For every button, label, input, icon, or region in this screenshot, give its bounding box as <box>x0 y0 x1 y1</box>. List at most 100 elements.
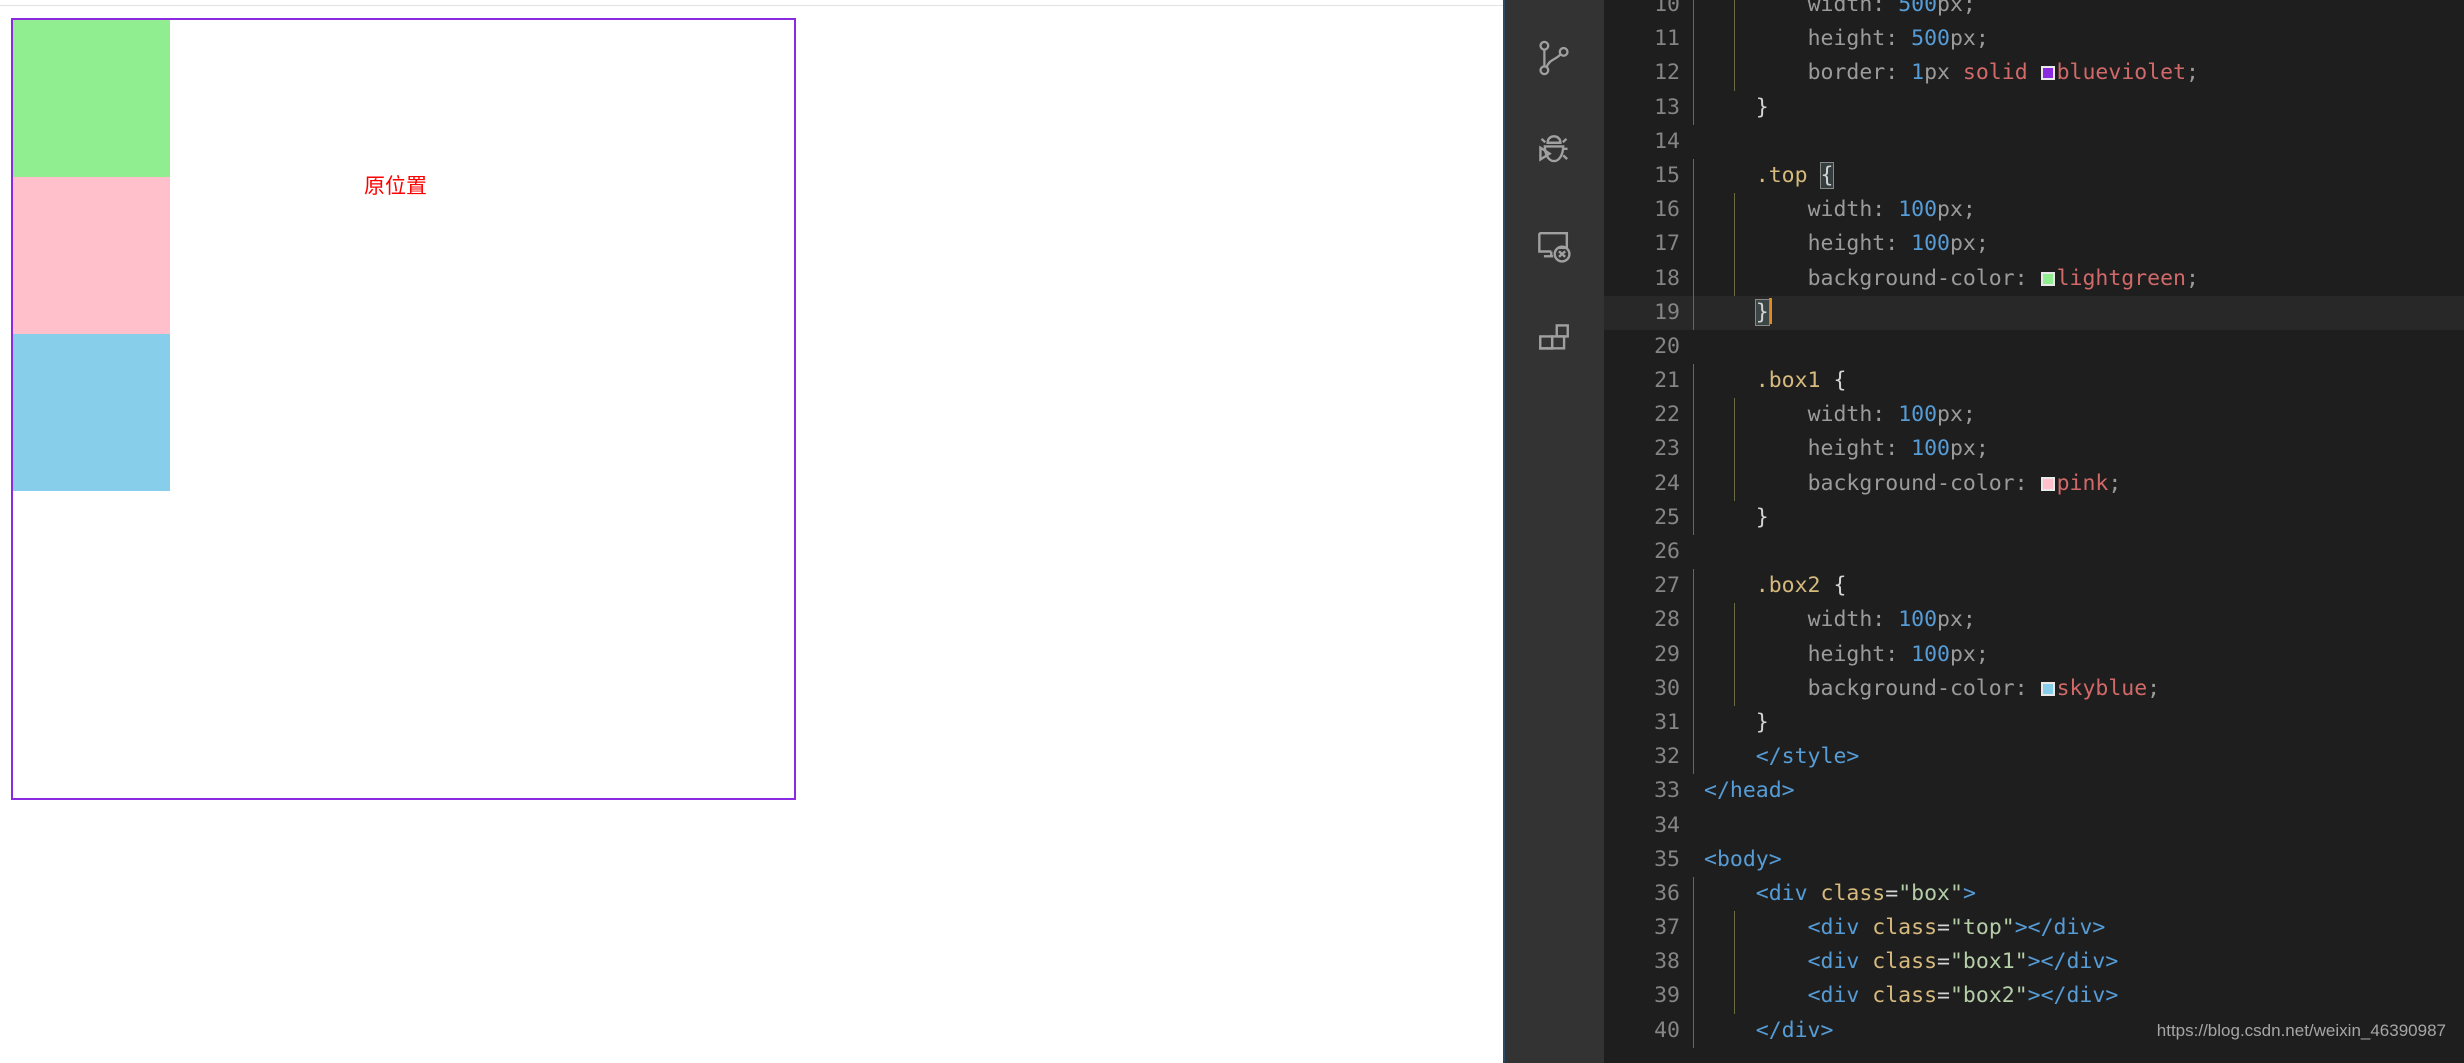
code-line-text: </head> <box>1704 774 1795 808</box>
code-line[interactable]: 18 background-color: lightgreen; <box>1604 261 2464 296</box>
code-token: ; <box>1962 402 1976 428</box>
remote-explorer-icon <box>1532 224 1576 268</box>
code-line[interactable]: 33 </head> <box>1604 774 2464 808</box>
code-token: px <box>1949 436 1976 462</box>
code-token: 100 <box>1911 231 1950 257</box>
code-line[interactable]: 32 </style> <box>1604 740 2464 775</box>
code-line[interactable]: 34 <box>1604 809 2464 843</box>
code-token: pink <box>2056 470 2109 496</box>
code-line[interactable]: 31 } <box>1604 705 2464 741</box>
code-line[interactable]: 12 border: 1px solid blueviolet; <box>1604 56 2464 91</box>
code-token: px <box>1937 197 1963 223</box>
code-token: : <box>1885 641 1912 667</box>
code-line-text: </style> <box>1704 740 1860 774</box>
code-line-text: <div class="box"> <box>1704 877 1976 911</box>
code-token: = <box>1937 949 1950 975</box>
indent-guide <box>1693 466 1694 501</box>
code-line[interactable]: 10 width: 500px; <box>1604 0 2464 23</box>
line-number: 31 <box>1654 709 1680 735</box>
vscode-window: 10 width: 500px; 11 height: 500px; 12 bord… <box>1503 0 2464 1063</box>
activity-item-remote-explorer[interactable] <box>1503 198 1604 294</box>
code-token: width <box>1807 197 1873 223</box>
code-line[interactable]: 29 height: 100px; <box>1604 637 2464 672</box>
code-token: 100 <box>1898 402 1938 428</box>
line-number: 23 <box>1654 436 1680 462</box>
code-line[interactable]: 21 .box1 { <box>1604 364 2464 399</box>
line-number: 28 <box>1654 607 1680 633</box>
code-line-text: background-color: skyblue; <box>1704 672 2161 706</box>
code-token: background-color <box>1807 265 2015 291</box>
code-line[interactable]: 24 background-color: pink; <box>1604 466 2464 501</box>
indent-guide <box>1693 705 1694 741</box>
code-editor[interactable]: 10 width: 500px; 11 height: 500px; 12 bord… <box>1604 0 2464 1063</box>
indent-guide <box>1693 671 1694 706</box>
code-token: 500 <box>1898 0 1938 17</box>
code-line[interactable]: 35 <body> <box>1604 843 2464 877</box>
source-control-icon <box>1533 37 1575 79</box>
line-number: 40 <box>1654 1017 1680 1043</box>
code-line[interactable]: 13 } <box>1604 90 2464 125</box>
line-number: 14 <box>1654 128 1680 154</box>
code-token: px <box>1924 60 1963 86</box>
code-line-text: background-color: lightgreen; <box>1704 262 2199 296</box>
code-line-text: width: 100px; <box>1704 603 1976 637</box>
code-token: height <box>1807 26 1886 52</box>
code-line[interactable]: 16 width: 100px; <box>1604 193 2464 228</box>
code-token: = <box>1937 915 1950 941</box>
code-token: <div <box>1807 949 1873 975</box>
code-token: px <box>1937 402 1963 428</box>
line-number: 15 <box>1654 162 1680 188</box>
code-token: "box1" <box>1949 949 2028 975</box>
code-line[interactable]: 17 height: 100px; <box>1604 227 2464 262</box>
code-line[interactable]: 11 height: 500px; <box>1604 22 2464 57</box>
activity-item-extensions[interactable] <box>1503 293 1604 389</box>
code-line[interactable]: 22 width: 100px; <box>1604 398 2464 433</box>
code-token: : <box>1885 60 1912 86</box>
code-line-text: .top { <box>1704 159 1835 193</box>
code-token: : <box>1885 436 1912 462</box>
code-line[interactable]: 20 <box>1604 330 2464 364</box>
line-number: 10 <box>1654 0 1680 17</box>
indent-guide <box>1693 56 1694 91</box>
line-number: 13 <box>1654 94 1680 120</box>
indent-guide <box>1693 432 1694 467</box>
activity-item-run-and-debug[interactable] <box>1503 103 1604 199</box>
code-line[interactable]: 38 <div class="box1"></div> <box>1604 945 2464 980</box>
code-token: .box2 <box>1755 573 1821 599</box>
code-line-text: height: 100px; <box>1704 638 1989 672</box>
code-line[interactable]: 23 height: 100px; <box>1604 432 2464 467</box>
code-token: width <box>1807 402 1873 428</box>
line-number: 18 <box>1654 265 1680 291</box>
code-line[interactable]: 19 } <box>1604 295 2464 330</box>
code-line[interactable]: 14 <box>1604 125 2464 159</box>
original-position-annotation: 原位置 <box>364 174 427 198</box>
line-number: 24 <box>1654 470 1680 496</box>
code-line[interactable]: 36 <div class="box"> <box>1604 876 2464 912</box>
pane-top-divider <box>0 5 1503 6</box>
line-number: 32 <box>1654 744 1680 770</box>
code-token: class <box>1872 915 1938 941</box>
code-line[interactable]: 15 .top { <box>1604 158 2464 194</box>
code-line[interactable]: 28 width: 100px; <box>1604 603 2464 638</box>
code-token: </div> <box>1755 1017 1834 1043</box>
code-line[interactable]: 26 <box>1604 535 2464 569</box>
code-line-text: .box1 { <box>1704 364 1847 398</box>
code-line[interactable]: 39 <div class="box2"></div> <box>1604 979 2464 1014</box>
code-line[interactable]: 30 background-color: skyblue; <box>1604 671 2464 706</box>
line-number: 27 <box>1654 573 1680 599</box>
activity-item-source-control[interactable] <box>1503 10 1604 106</box>
code-line[interactable]: 27 .box2 { <box>1604 569 2464 604</box>
indent-guide <box>1693 22 1694 57</box>
code-line[interactable]: 37 <div class="top"></div> <box>1604 911 2464 946</box>
code-line-text: } <box>1704 501 1769 535</box>
code-token: : <box>1885 231 1912 257</box>
code-token: > <box>1962 880 1976 906</box>
code-token: <div <box>1755 880 1821 906</box>
code-token: = <box>1937 983 1950 1009</box>
code-token: ></div> <box>2027 949 2119 975</box>
code-token: : <box>1885 26 1912 52</box>
color-swatch-icon <box>2040 66 2055 81</box>
code-line[interactable]: 25 } <box>1604 500 2464 535</box>
code-token: : <box>2014 470 2041 496</box>
